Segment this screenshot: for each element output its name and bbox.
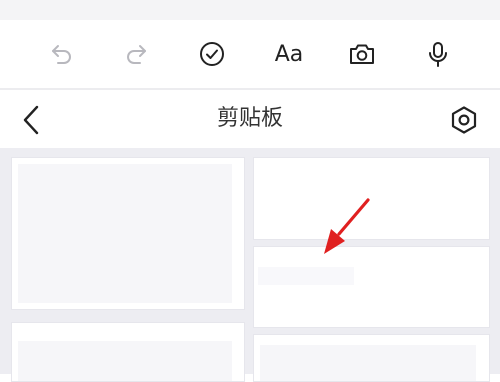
check-circle-icon xyxy=(200,42,224,66)
keyboard-toolbar: Aa xyxy=(0,20,500,88)
undo-button[interactable] xyxy=(42,34,82,74)
clip-card[interactable] xyxy=(11,157,245,310)
microphone-button[interactable] xyxy=(418,34,458,74)
microphone-icon xyxy=(429,42,447,67)
back-button[interactable] xyxy=(12,100,52,140)
clip-card[interactable] xyxy=(11,322,245,382)
clip-card-preview xyxy=(260,345,476,381)
undo-icon xyxy=(52,45,71,64)
clip-card[interactable] xyxy=(253,157,490,240)
status-strip xyxy=(0,0,500,20)
camera-button[interactable] xyxy=(342,34,382,74)
hexagon-settings-icon xyxy=(451,106,477,134)
check-button[interactable] xyxy=(192,34,232,74)
clipboard-header: 剪贴板 xyxy=(0,90,500,148)
chevron-left-icon xyxy=(23,105,39,135)
clip-card[interactable] xyxy=(253,334,490,382)
clip-card-preview xyxy=(258,267,354,285)
redo-button[interactable] xyxy=(116,34,156,74)
clip-card-preview xyxy=(18,341,232,381)
clip-card[interactable] xyxy=(253,246,490,328)
clip-card-preview xyxy=(18,164,232,303)
page-title: 剪贴板 xyxy=(216,106,283,131)
redo-icon xyxy=(127,45,146,64)
font-button[interactable]: Aa xyxy=(266,34,312,74)
font-icon: Aa xyxy=(274,41,304,67)
camera-icon xyxy=(350,44,374,64)
settings-button[interactable] xyxy=(444,100,484,140)
clipboard-content xyxy=(0,148,500,382)
